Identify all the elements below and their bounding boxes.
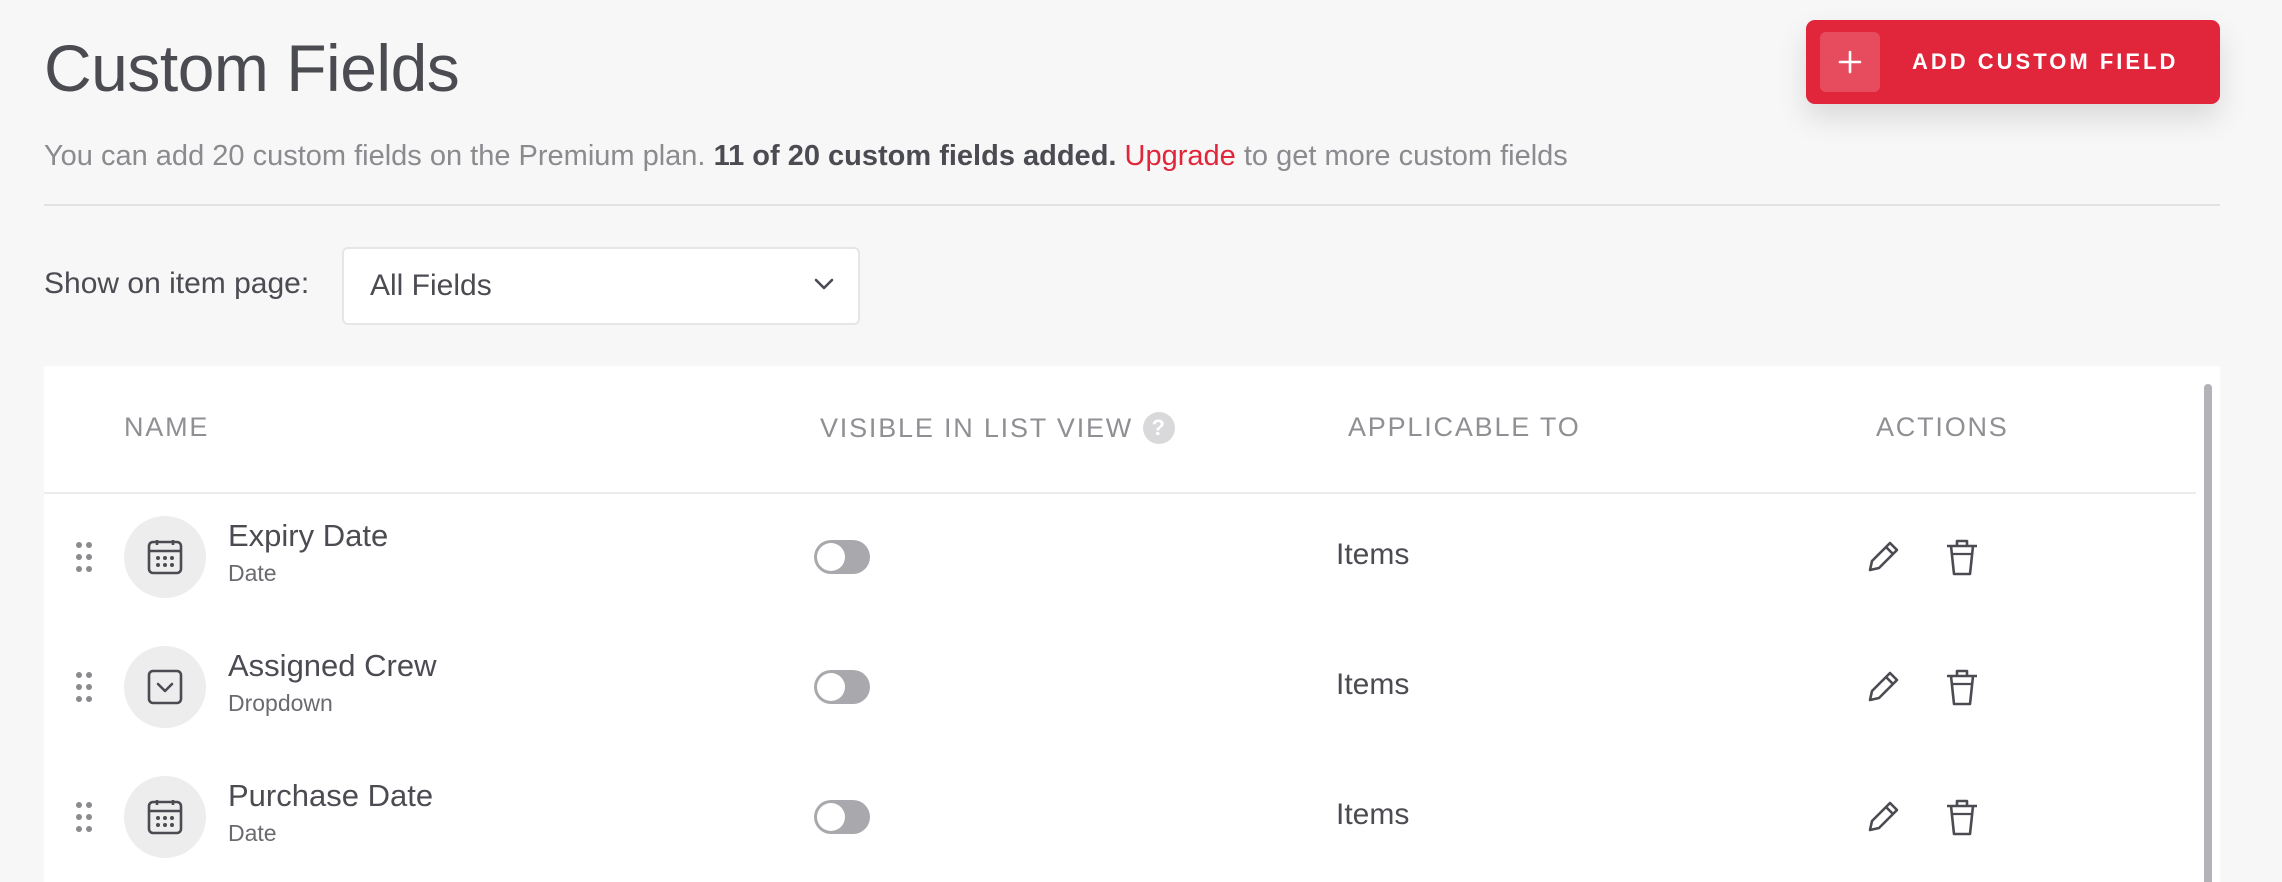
applicable-to: Items xyxy=(1336,668,1410,701)
calendar-icon xyxy=(124,776,206,858)
column-header-name: NAME xyxy=(124,412,209,443)
field-type: Dropdown xyxy=(228,690,333,716)
divider xyxy=(44,204,2220,206)
drag-handle-icon[interactable] xyxy=(74,800,94,834)
show-on-item-page-select[interactable]: All Fields xyxy=(342,247,860,325)
edit-pencil-icon[interactable] xyxy=(1862,536,1902,578)
column-header-applicable-label: APPLICABLE TO xyxy=(1348,412,1581,442)
toggle-knob xyxy=(817,673,845,701)
plan-info-suffix: to get more custom fields xyxy=(1235,140,1568,172)
plus-icon xyxy=(1820,32,1880,92)
add-custom-field-label: ADD CUSTOM FIELD xyxy=(1912,49,2179,74)
edit-pencil-icon[interactable] xyxy=(1862,796,1902,838)
edit-pencil-icon[interactable] xyxy=(1862,666,1902,708)
visible-in-list-toggle[interactable] xyxy=(814,540,870,574)
delete-trash-icon[interactable] xyxy=(1942,666,1982,708)
dropdown-icon xyxy=(124,646,206,728)
column-header-name-label: NAME xyxy=(124,412,210,442)
table-row: Purchase Date Date Items xyxy=(44,752,2196,882)
select-value: All Fields xyxy=(370,269,492,302)
plan-info-text: You can add 20 custom fields on the Prem… xyxy=(44,140,714,172)
field-type: Date xyxy=(228,560,277,586)
delete-trash-icon[interactable] xyxy=(1942,796,1982,838)
column-header-actions: ACTIONS xyxy=(1876,412,2009,443)
table-row: Expiry Date Date Items xyxy=(44,492,2196,622)
custom-fields-table: NAME VISIBLE IN LIST VIEW ? APPLICABLE T… xyxy=(44,366,2220,882)
field-name: Assigned Crew xyxy=(228,648,437,683)
page-title: Custom Fields xyxy=(44,31,460,105)
drag-handle-icon[interactable] xyxy=(74,670,94,704)
table-row: Assigned Crew Dropdown Items xyxy=(44,622,2196,752)
plan-info: You can add 20 custom fields on the Prem… xyxy=(44,140,1568,173)
toggle-knob xyxy=(817,803,845,831)
scrollbar[interactable] xyxy=(2204,384,2212,882)
column-header-actions-label: ACTIONS xyxy=(1876,412,2009,442)
delete-trash-icon[interactable] xyxy=(1942,536,1982,578)
add-custom-field-button[interactable]: ADD CUSTOM FIELD xyxy=(1806,20,2220,104)
toggle-knob xyxy=(817,543,845,571)
column-header-visible-label: VISIBLE IN LIST VIEW xyxy=(820,412,1134,443)
drag-handle-icon[interactable] xyxy=(74,540,94,574)
applicable-to: Items xyxy=(1336,798,1410,831)
upgrade-link[interactable]: Upgrade xyxy=(1125,140,1236,172)
field-name: Expiry Date xyxy=(228,518,389,553)
column-header-applicable: APPLICABLE TO xyxy=(1348,412,1581,443)
applicable-to: Items xyxy=(1336,538,1410,571)
chevron-down-icon xyxy=(812,272,836,301)
fields-count: 11 of 20 custom fields added. xyxy=(713,140,1117,172)
field-type: Date xyxy=(228,820,277,846)
column-header-visible: VISIBLE IN LIST VIEW ? xyxy=(820,412,1176,444)
field-name: Purchase Date xyxy=(228,778,434,813)
visible-in-list-toggle[interactable] xyxy=(814,670,870,704)
visible-in-list-toggle[interactable] xyxy=(814,800,870,834)
filter-label: Show on item page: xyxy=(44,267,310,300)
help-icon[interactable]: ? xyxy=(1143,412,1176,444)
calendar-icon xyxy=(124,516,206,598)
custom-fields-page: Custom Fields ADD CUSTOM FIELD You can a… xyxy=(0,0,2282,882)
